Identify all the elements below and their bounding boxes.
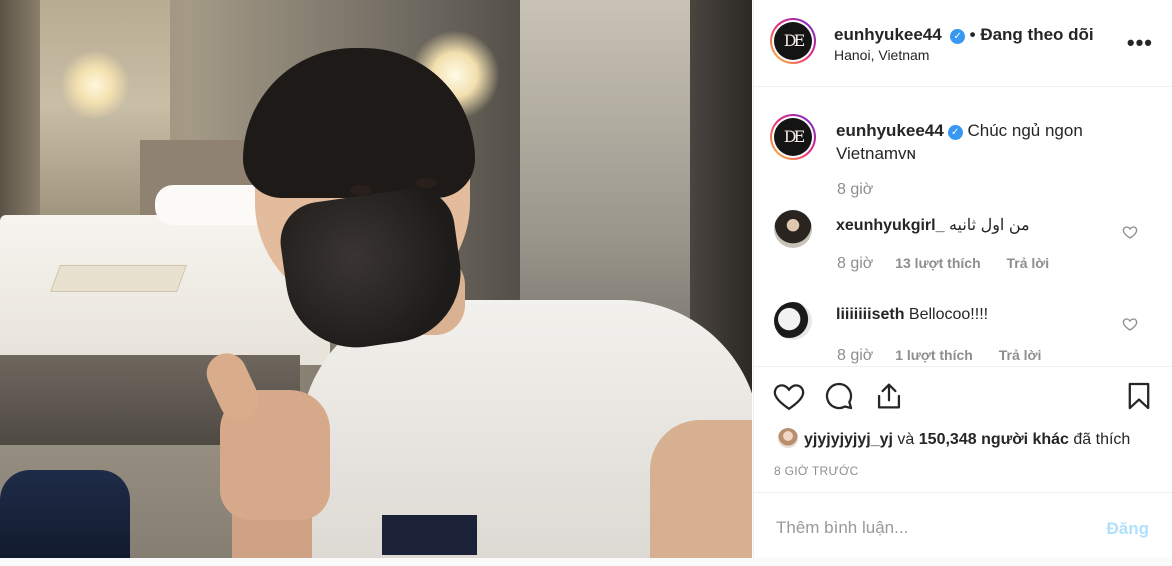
following-status-button[interactable]: • Đang theo dõi (970, 25, 1094, 44)
post-panel: DE eunhyukee44 ✓ • Đang theo dõi Hanoi, … (753, 0, 1172, 558)
commenter-avatar[interactable] (774, 210, 812, 248)
post-comment-button[interactable]: Đăng (1107, 519, 1150, 539)
comment-text: من اول ثانيه (948, 217, 1030, 234)
photo-tray (50, 265, 187, 292)
caption-author-avatar[interactable]: DE (770, 114, 816, 160)
comment-meta: 8 giờ 13 lượt thích Trả lời (837, 255, 1071, 273)
post-photo[interactable] (0, 0, 752, 558)
liker-username[interactable]: yjyjyjyjyj_yj (804, 431, 893, 448)
likes-summary: yjyjyjyjyj_yj và 150,348 người khác đã t… (778, 428, 1130, 449)
share-icon[interactable] (872, 379, 906, 413)
header-title-line: eunhyukee44 ✓ • Đang theo dõi (834, 25, 1094, 45)
post-actions: yjyjyjyjyj_yj và 150,348 người khác đã t… (754, 366, 1172, 492)
likes-others-count[interactable]: 150,348 người khác (919, 431, 1069, 448)
comments-section[interactable]: DE eunhyukee44 ✓ Chúc ngủ ngon Vietnamᴠɴ … (754, 87, 1172, 365)
photo-eye-left (350, 185, 372, 195)
page-bottom-strip (0, 558, 1172, 566)
post-header: DE eunhyukee44 ✓ • Đang theo dõi Hanoi, … (754, 0, 1172, 87)
comment-meta: 8 giờ 1 lượt thích Trả lời (837, 347, 1063, 365)
post-timestamp[interactable]: 8 GIỜ TRƯỚC (774, 464, 859, 478)
verified-badge-icon: ✓ (947, 125, 963, 140)
add-comment-input[interactable] (774, 513, 1078, 543)
avatar-logo: DE (774, 22, 812, 60)
comment-body: xeunhyukgirl_ من اول ثانيه (836, 215, 1030, 235)
caption-username[interactable]: eunhyukee44 (836, 121, 944, 140)
avatar-logo: DE (774, 118, 812, 156)
comment-likes-count[interactable]: 1 lượt thích (895, 347, 973, 363)
post-caption: eunhyukee44 ✓ Chúc ngủ ngon Vietnamᴠɴ (836, 119, 1136, 165)
commenter-username[interactable]: xeunhyukgirl_ (836, 217, 944, 234)
author-avatar[interactable]: DE (770, 18, 816, 64)
photo-chair (0, 470, 130, 558)
comment-time[interactable]: 8 giờ (837, 255, 873, 272)
comment-time[interactable]: 8 giờ (837, 347, 873, 364)
liker-avatar[interactable] (778, 428, 798, 448)
comment-likes-count[interactable]: 13 lượt thích (895, 255, 980, 271)
photo-lamp-left (60, 50, 130, 120)
post-location[interactable]: Hanoi, Vietnam (834, 47, 929, 63)
comment-like-heart-icon[interactable] (1122, 224, 1138, 240)
comment-icon[interactable] (822, 379, 856, 413)
heart-icon[interactable] (772, 379, 806, 413)
likes-suffix: đã thích (1073, 431, 1131, 448)
bookmark-icon[interactable] (1122, 379, 1156, 413)
author-username[interactable]: eunhyukee44 (834, 25, 942, 44)
more-horizontal-icon[interactable]: ••• (1127, 30, 1153, 56)
photo-shirt-pocket (382, 515, 477, 555)
likes-connector: và (897, 431, 915, 448)
photo-arm (650, 420, 752, 558)
commenter-username[interactable]: liiiiiiiseth (836, 306, 904, 323)
add-comment-bar: Đăng (754, 492, 1172, 559)
comment-body: liiiiiiiseth Bellocoo!!!! (836, 306, 988, 324)
photo-eye-right (415, 178, 437, 188)
verified-badge-icon: ✓ (950, 29, 966, 44)
comment-reply-button[interactable]: Trả lời (999, 347, 1042, 363)
commenter-avatar[interactable] (774, 302, 812, 340)
comment-like-heart-icon[interactable] (1122, 316, 1138, 332)
caption-time[interactable]: 8 giờ (837, 181, 873, 199)
comment-reply-button[interactable]: Trả lời (1007, 255, 1050, 271)
comment-text: Bellocoo!!!! (908, 306, 989, 323)
